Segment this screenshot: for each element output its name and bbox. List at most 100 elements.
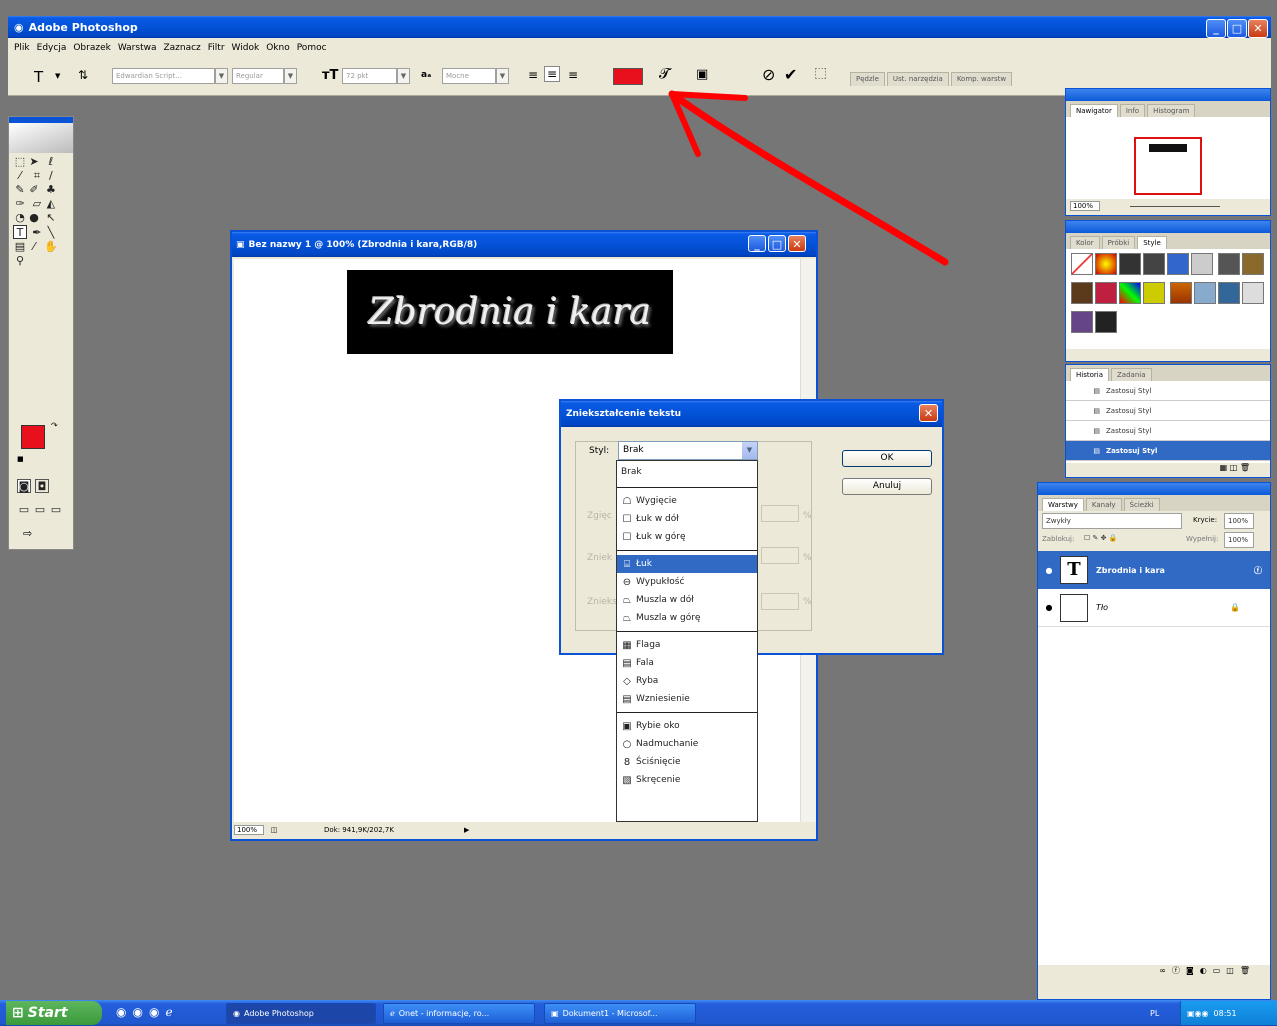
font-size-dropdown-icon[interactable]: ▼ <box>397 68 410 84</box>
history-item[interactable]: ▤ Zastosuj Styl <box>1066 421 1270 441</box>
taskbar-item-photoshop[interactable]: ◉ Adobe Photoshop <box>226 1003 376 1024</box>
font-style-dropdown-icon[interactable]: ▼ <box>284 68 297 84</box>
style-swatch[interactable] <box>1241 253 1264 275</box>
text-orientation-icon[interactable]: ⇅ <box>78 68 88 82</box>
warp-style-inflate[interactable]: ○ Nadmuchanie <box>617 735 757 753</box>
foreground-color-swatch[interactable] <box>21 425 45 449</box>
menu-zaznacz[interactable]: Zaznacz <box>163 43 200 53</box>
align-left-icon[interactable]: ≡ <box>528 68 538 82</box>
tab-histogram[interactable]: Histogram <box>1147 104 1196 117</box>
gradient-tool-icon[interactable]: ◭ <box>44 197 58 211</box>
menu-obrazek[interactable]: Obrazek <box>73 43 111 53</box>
language-indicator[interactable]: PL <box>1150 1009 1159 1018</box>
cancel-button[interactable]: Anuluj <box>842 478 932 495</box>
magic-wand-tool-icon[interactable]: ⁄ <box>13 169 27 183</box>
warp-style-fisheye[interactable]: ▣ Rybie oko <box>617 717 757 735</box>
tab-channels[interactable]: Kanały <box>1085 498 1122 511</box>
antialias-field[interactable]: Mocne <box>442 68 496 84</box>
style-swatch[interactable] <box>1143 253 1165 275</box>
new-snapshot-icon[interactable]: ▦ <box>1220 463 1228 472</box>
font-style-field[interactable]: Regular <box>232 68 284 84</box>
new-group-icon[interactable]: ▭ <box>1213 966 1227 975</box>
menu-filtr[interactable]: Filtr <box>208 43 225 53</box>
style-swatch[interactable] <box>1167 253 1189 275</box>
preset-dropdown-icon[interactable]: ▼ <box>55 72 60 80</box>
style-swatch[interactable] <box>1071 282 1093 304</box>
style-swatch[interactable] <box>1193 282 1216 304</box>
style-swatch[interactable] <box>1241 282 1264 304</box>
visibility-eye-icon[interactable]: ● <box>1038 603 1060 612</box>
type-tool-preset-icon[interactable]: T <box>34 68 43 86</box>
layer-row-text[interactable]: ● T Zbrodnia i kara ⓕ <box>1038 551 1270 589</box>
tab-layers[interactable]: Warstwy <box>1042 498 1084 511</box>
line-tool-icon[interactable]: ╲ <box>44 226 58 240</box>
screen-mode-full-icon[interactable]: ▭ <box>49 503 63 517</box>
quick-mask-icon[interactable]: ◘ <box>35 479 49 493</box>
pen-tool-icon[interactable]: ✒ <box>30 226 44 240</box>
dodge-tool-icon[interactable]: ● <box>27 211 41 225</box>
tray-icons[interactable]: ▣◉◉ <box>1187 1009 1209 1018</box>
warp-style-shell-upper[interactable]: ⏢ Muszla w górę <box>617 609 757 627</box>
warp-style-none[interactable]: Brak <box>617 461 757 483</box>
taskbar-item-onet[interactable]: ℯ Onet - informacje, ro... <box>383 1003 535 1024</box>
style-swatch[interactable] <box>1143 282 1165 304</box>
tab-info[interactable]: Info <box>1119 104 1146 117</box>
close-button[interactable]: ✕ <box>1248 19 1268 38</box>
swap-colors-icon[interactable]: ↷ <box>51 421 58 430</box>
fill-field[interactable]: 100% <box>1224 532 1254 548</box>
style-swatch[interactable] <box>1095 311 1117 333</box>
navigator-zoom-slider[interactable] <box>1130 205 1220 207</box>
warp-style-wave[interactable]: ▤ Fala <box>617 654 757 672</box>
blur-tool-icon[interactable]: ◔ <box>13 211 27 225</box>
style-swatch[interactable] <box>1217 253 1240 275</box>
hand-tool-icon[interactable]: ✋ <box>44 240 58 254</box>
visibility-eye-icon[interactable]: ● <box>1038 566 1060 575</box>
dialog-close-button[interactable]: ✕ <box>919 404 938 422</box>
minimize-button[interactable]: _ <box>1206 19 1226 38</box>
style-select[interactable]: Brak <box>618 441 758 460</box>
delete-layer-icon[interactable]: 🗑 <box>1240 966 1256 975</box>
media-icon[interactable]: ◉ <box>149 1005 159 1019</box>
warp-style-arch[interactable]: ⌸ Łuk <box>617 555 757 573</box>
navigator-view-box[interactable] <box>1134 137 1202 195</box>
maximize-button[interactable]: □ <box>1227 19 1247 38</box>
delete-state-icon[interactable]: 🗑 <box>1240 463 1250 472</box>
history-brush-tool-icon[interactable]: ✑ <box>13 197 27 211</box>
lock-icons[interactable]: ☐ ✎ ✥ 🔒 <box>1084 534 1117 542</box>
path-selection-tool-icon[interactable]: ↖ <box>44 211 58 225</box>
style-swatch[interactable] <box>1095 253 1117 275</box>
add-style-icon[interactable]: ⓕ <box>1172 966 1186 975</box>
tab-actions[interactable]: Zadania <box>1111 368 1152 381</box>
default-colors-icon[interactable]: ■ <box>17 455 24 463</box>
zoom-tool-icon[interactable]: ⚲ <box>13 254 27 268</box>
imageready-jump-icon[interactable]: ⇨ <box>23 527 32 540</box>
add-mask-icon[interactable]: ◙ <box>1186 966 1200 975</box>
style-swatch[interactable] <box>1119 253 1141 275</box>
opacity-field[interactable]: 100% <box>1224 513 1254 529</box>
layer-effects-icon[interactable]: ⓕ <box>1254 565 1262 576</box>
menu-okno[interactable]: Okno <box>266 43 290 53</box>
menu-warstwa[interactable]: Warstwa <box>118 43 157 53</box>
firefox-icon[interactable]: ◉ <box>132 1005 142 1019</box>
clone-stamp-tool-icon[interactable]: ♣ <box>44 183 58 197</box>
crop-tool-icon[interactable]: ⌗ <box>30 169 44 183</box>
menu-plik[interactable]: Plik <box>14 43 30 53</box>
new-document-icon[interactable]: ◫ <box>1230 463 1238 472</box>
screen-mode-standard-icon[interactable]: ▭ <box>17 503 31 517</box>
marquee-tool-icon[interactable]: ⬚ <box>13 155 27 169</box>
start-button[interactable]: ⊞ Start <box>6 1001 102 1025</box>
style-swatch[interactable] <box>1095 282 1117 304</box>
font-family-field[interactable]: Edwardian Script... <box>112 68 215 84</box>
type-tool-icon[interactable]: T <box>13 225 27 239</box>
align-center-icon[interactable]: ≡ <box>544 66 561 82</box>
warp-style-arc-bend[interactable]: ☖ Wygięcie <box>617 492 757 510</box>
adjustment-layer-icon[interactable]: ◐ <box>1200 966 1213 975</box>
tab-color[interactable]: Kolor <box>1070 236 1100 249</box>
new-layer-icon[interactable]: ◫ <box>1226 966 1240 975</box>
notes-tool-icon[interactable]: ▤ <box>13 240 27 254</box>
tab-navigator[interactable]: Nawigator <box>1070 104 1118 117</box>
style-swatch-none[interactable] <box>1071 253 1093 275</box>
warp-style-shell-lower[interactable]: ⏢ Muszla w dół <box>617 591 757 609</box>
link-layers-icon[interactable]: ∞ <box>1159 966 1172 975</box>
warp-style-arc-upper[interactable]: ☐ Łuk w górę <box>617 528 757 546</box>
